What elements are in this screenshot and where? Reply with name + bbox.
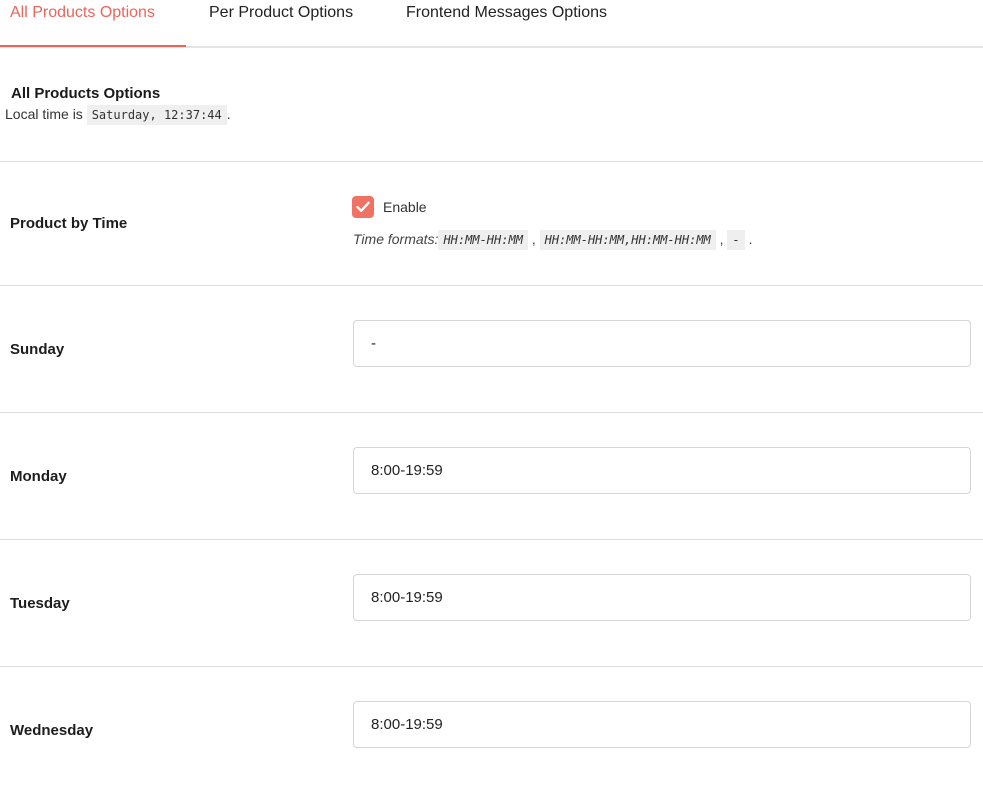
tab-per-product-options[interactable]: Per Product Options <box>209 4 353 22</box>
time-formats-help: Time formats: HH:MM-HH:MM , HH:MM-HH:MM,H… <box>353 230 753 250</box>
time-formats-prefix: Time formats: <box>353 231 439 247</box>
active-tab-indicator <box>0 45 186 47</box>
tab-bar: All Products Options Per Product Options… <box>0 0 983 48</box>
tab-all-products-options[interactable]: All Products Options <box>10 4 155 22</box>
time-format-code: - <box>727 230 745 250</box>
monday-label: Monday <box>10 468 67 485</box>
sunday-label: Sunday <box>10 341 65 358</box>
divider <box>0 539 983 540</box>
divider <box>0 161 983 162</box>
tuesday-hours-input[interactable] <box>353 574 971 621</box>
sunday-hours-input[interactable] <box>353 320 971 367</box>
tab-frontend-messages-options[interactable]: Frontend Messages Options <box>406 4 607 22</box>
local-time-text: Local time is Saturday, 12:37:44. <box>5 105 231 125</box>
time-format-code: HH:MM-HH:MM,HH:MM-HH:MM <box>539 230 716 250</box>
local-time-suffix: . <box>226 106 231 122</box>
separator: , <box>719 231 724 247</box>
product-by-time-label: Product by Time <box>10 215 128 232</box>
local-time-value: Saturday, 12:37:44 <box>86 105 227 125</box>
divider <box>0 285 983 286</box>
checkmark-icon <box>356 201 370 212</box>
enable-label: Enable <box>383 199 427 215</box>
divider <box>0 412 983 413</box>
section-title: All Products Options <box>11 85 161 102</box>
wednesday-hours-input[interactable] <box>353 701 971 748</box>
enable-checkbox[interactable] <box>352 196 374 218</box>
wednesday-label: Wednesday <box>10 722 94 739</box>
time-format-code: HH:MM-HH:MM <box>438 230 528 250</box>
help-suffix: . <box>748 231 753 247</box>
separator: , <box>531 231 536 247</box>
monday-hours-input[interactable] <box>353 447 971 494</box>
local-time-prefix: Local time is <box>5 106 83 122</box>
divider <box>0 666 983 667</box>
tuesday-label: Tuesday <box>10 595 70 612</box>
